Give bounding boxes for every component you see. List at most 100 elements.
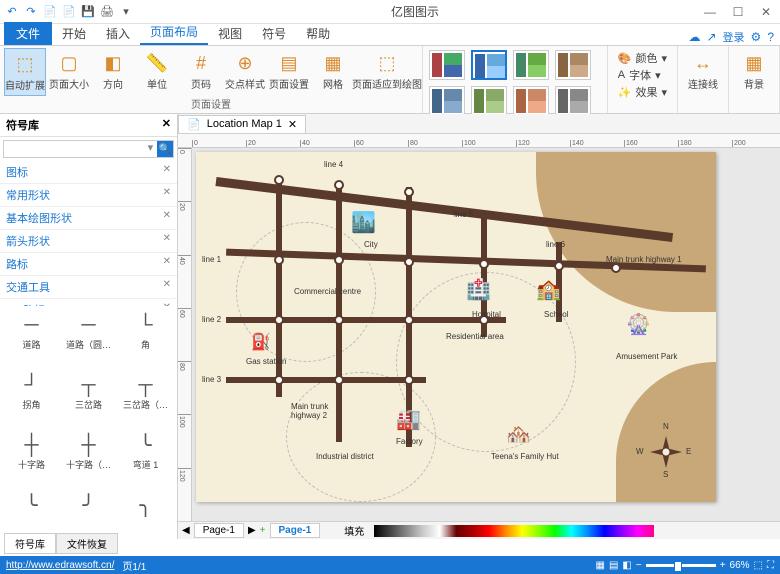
category-item[interactable]: 图标✕ [0,161,177,184]
save-icon[interactable]: 💾 [80,4,96,20]
theme-swatch[interactable] [471,50,507,80]
close-icon[interactable]: ✕ [163,164,171,180]
close-icon[interactable]: ✕ [163,256,171,272]
view-mode-icon[interactable]: ▦ [595,560,604,571]
settings-icon[interactable]: ⚙ [751,30,762,44]
shape-item[interactable]: ─道路（圆… [61,310,116,368]
zoom-in-icon[interactable]: + [720,560,726,571]
redo-icon[interactable]: ↷ [23,4,39,20]
page-size-button[interactable]: ▢页面大小 [48,48,90,96]
shape-item[interactable]: ╯ [61,490,116,535]
close-icon[interactable]: ✕ [288,118,297,131]
tab-page-layout[interactable]: 页面布局 [140,20,208,45]
close-icon[interactable]: ✕ [163,233,171,249]
map-label: Gas station [246,357,286,366]
file-recovery-tab[interactable]: 文件恢复 [56,533,118,554]
page-number-button[interactable]: #页码 [180,48,222,96]
shape-item[interactable]: ┼十字路（… [61,430,116,488]
shape-item[interactable]: ╰ [4,490,59,535]
category-item[interactable]: 箭头形状✕ [0,230,177,253]
dropdown-icon[interactable]: ▾ [118,4,134,20]
prev-page-icon[interactable]: ◀ [182,525,190,536]
new-doc-icon[interactable]: 📄 [42,4,58,20]
close-icon[interactable]: ✕ [162,117,171,133]
unit-button[interactable]: 📏单位 [136,48,178,96]
shape-item[interactable]: ╰弯道 1 [118,430,173,488]
font-button[interactable]: A 字体▾ [618,67,667,83]
cloud-icon[interactable]: ☁ [688,30,700,44]
zoom-out-icon[interactable]: − [636,560,642,571]
search-dropdown-icon[interactable]: ▾ [144,141,157,157]
category-item[interactable]: 路标✕ [0,253,177,276]
page-tab[interactable]: Page-1 [270,523,321,538]
intersection-button[interactable]: ⊕交点样式 [224,48,266,96]
print-icon[interactable]: 🖨 [99,4,115,20]
effect-button[interactable]: ✨ 效果▾ [618,84,667,100]
fullscreen-icon[interactable]: ⛶ [767,560,774,571]
fit-page-button[interactable]: ⬚页面适应到绘图 [356,48,418,96]
shape-item[interactable]: ┘拐角 [4,370,59,428]
open-icon[interactable]: 📄 [61,4,77,20]
file-tab[interactable]: 文件 [4,22,52,45]
symbol-lib-tab[interactable]: 符号库 [4,533,56,554]
undo-icon[interactable]: ↶ [4,4,20,20]
theme-swatch[interactable] [513,50,549,80]
document-tab[interactable]: 📄 Location Map 1 ✕ [178,115,306,133]
theme-swatch[interactable] [555,50,591,80]
minimize-button[interactable]: — [696,0,724,24]
shape-item[interactable]: ─道路 [4,310,59,368]
category-item[interactable]: 2D 路标✕ [0,299,177,306]
close-icon[interactable]: ✕ [163,279,171,295]
tab-view[interactable]: 视图 [208,22,252,45]
map-label: Industrial district [316,452,374,461]
page-tab[interactable]: Page-1 [194,523,244,538]
share-icon[interactable]: ↗ [706,30,716,44]
help-icon[interactable]: ? [767,30,774,44]
main-area: 符号库 ✕ ▾ 🔍 图标✕ 常用形状✕ 基本绘图形状✕ 箭头形状✕ 路标✕ 交通… [0,114,780,539]
view-mode-icon[interactable]: ◧ [622,560,631,571]
theme-swatch[interactable] [555,86,591,116]
category-item[interactable]: 常用形状✕ [0,184,177,207]
add-page-icon[interactable]: + [260,525,266,536]
theme-swatch[interactable] [471,86,507,116]
theme-swatch[interactable] [513,86,549,116]
maximize-button[interactable]: ☐ [724,0,752,24]
map-drawing[interactable]: 🏙️ 🏥 🏫 ⛽ 🏭 🏘️ 🎡 line 4 line 5 line 6 lin… [196,152,716,502]
close-icon[interactable]: ✕ [163,187,171,203]
shape-item[interactable]: ┬三岔路（… [118,370,173,428]
category-item[interactable]: 基本绘图形状✕ [0,207,177,230]
search-button[interactable]: 🔍 [157,141,173,157]
orientation-button[interactable]: ◧方向 [92,48,134,96]
background-button[interactable]: ▦背景 [733,48,775,93]
shape-item[interactable]: ┬三岔路 [61,370,116,428]
auto-extend-button[interactable]: ⬚自动扩展 [4,48,46,96]
t-junction-icon: ┬ [69,372,109,398]
grid-button[interactable]: ▦网格 [312,48,354,96]
shape-item[interactable]: ╮ [118,490,173,535]
view-mode-icon[interactable]: ▤ [609,560,618,571]
close-button[interactable]: ✕ [752,0,780,24]
connector-button[interactable]: ↔连接线 [682,48,724,93]
theme-swatch[interactable] [429,86,465,116]
color-button[interactable]: 🎨 颜色▾ [618,50,667,66]
tab-home[interactable]: 开始 [52,22,96,45]
tab-insert[interactable]: 插入 [96,22,140,45]
zoom-slider[interactable] [646,564,716,567]
tab-symbol[interactable]: 符号 [252,22,296,45]
tab-help[interactable]: 帮助 [296,22,340,45]
category-item[interactable]: 交通工具✕ [0,276,177,299]
fit-icon[interactable]: ⬚ [754,560,763,571]
close-icon[interactable]: ✕ [163,210,171,226]
shape-item[interactable]: └角 [118,310,173,368]
login-link[interactable]: 登录 [723,29,745,45]
website-link[interactable]: http://www.edrawsoft.cn/ [6,560,114,571]
page-settings-button[interactable]: ▤页面设置 [268,48,310,96]
shape-item[interactable]: ┼十字路 [4,430,59,488]
theme-swatch[interactable] [429,50,465,80]
canvas[interactable]: 🏙️ 🏥 🏫 ⛽ 🏭 🏘️ 🎡 line 4 line 5 line 6 lin… [192,148,780,521]
search-input[interactable] [4,141,144,157]
color-bar[interactable] [374,525,654,537]
next-page-icon[interactable]: ▶ [248,525,256,536]
hospital-icon: 🏥 [466,277,491,302]
map-label: Amusement Park [616,352,677,361]
